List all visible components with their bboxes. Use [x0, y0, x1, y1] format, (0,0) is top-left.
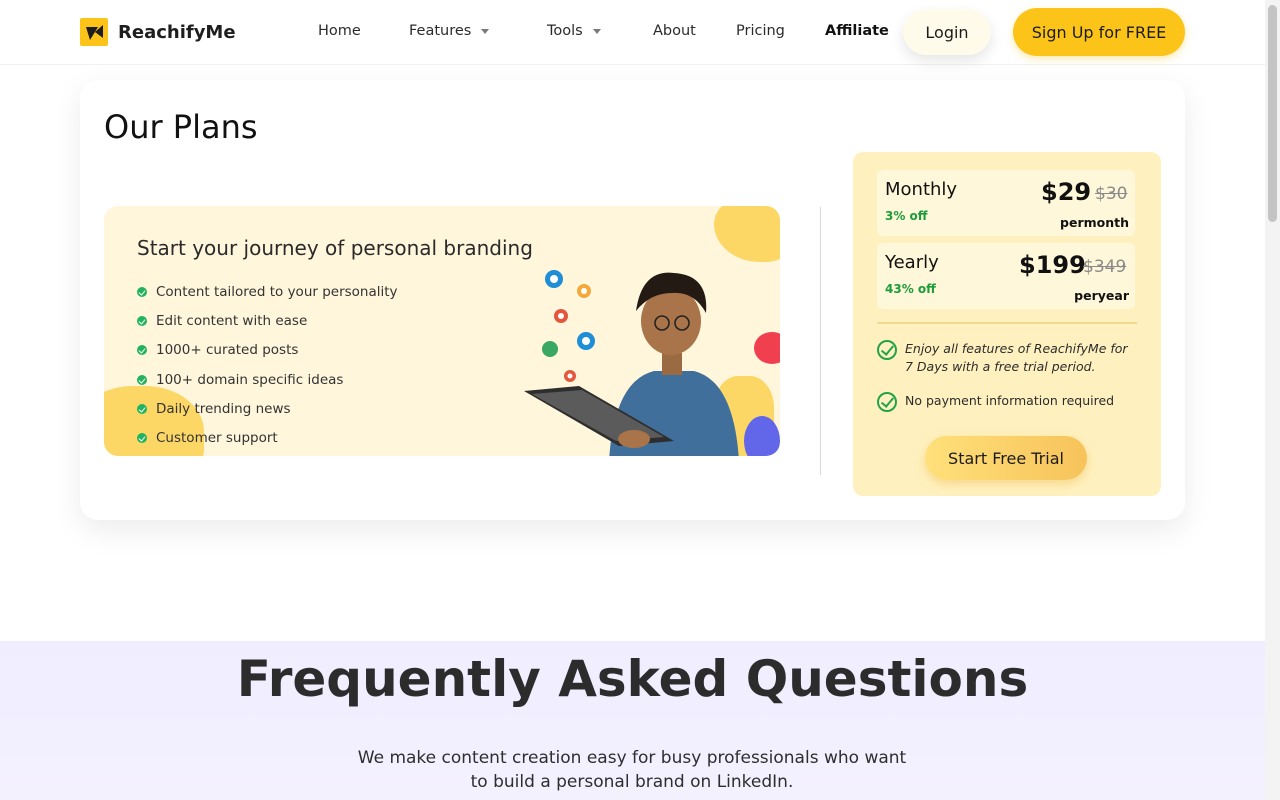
- list-item: 1000+ curated posts: [137, 336, 398, 365]
- check-dot-icon: [137, 433, 147, 444]
- list-item: Edit content with ease: [137, 306, 398, 335]
- list-item: Content tailored to your personality: [137, 277, 398, 306]
- nav-features-label: Features: [409, 23, 472, 39]
- decorative-blob: [714, 206, 780, 262]
- nav-features[interactable]: Features: [409, 23, 490, 39]
- plans-title: Our Plans: [104, 108, 258, 146]
- benefit-item: No payment information required: [877, 392, 1114, 412]
- plan-discount: 3% off: [885, 209, 928, 223]
- scrollbar-thumb[interactable]: [1268, 5, 1277, 222]
- check-dot-icon: [137, 374, 147, 385]
- check-dot-icon: [137, 403, 147, 414]
- brand[interactable]: ReachifyMe: [80, 18, 236, 46]
- plan-monthly[interactable]: Monthly 3% off $29 $30 permonth: [877, 170, 1135, 236]
- plans-banner: Start your journey of personal branding …: [104, 206, 780, 456]
- start-free-trial-button[interactable]: Start Free Trial: [925, 436, 1087, 480]
- nav-affiliate-label: Affiliate: [825, 23, 889, 39]
- nav-pricing-label: Pricing: [736, 23, 785, 39]
- banner-title: Start your journey of personal branding: [137, 236, 533, 260]
- faq-description: We make content creation easy for busy p…: [357, 748, 907, 792]
- nav-affiliate[interactable]: Affiliate: [825, 23, 889, 39]
- benefit-text: No payment information required: [905, 393, 1115, 408]
- chevron-down-icon: [592, 28, 601, 34]
- plan-old-price: $349: [1083, 257, 1127, 277]
- plan-yearly[interactable]: Yearly 43% off $199 $349 peryear: [877, 243, 1135, 309]
- vertical-divider: [820, 207, 821, 475]
- brand-name: ReachifyMe: [118, 21, 236, 43]
- feature-text: Content tailored to your personality: [156, 283, 398, 300]
- feature-text: 1000+ curated posts: [156, 342, 299, 359]
- check-dot-icon: [137, 315, 147, 326]
- plan-period: peryear: [1074, 288, 1129, 303]
- benefit-item: Enjoy all features of ReachifyMe for 7 D…: [877, 340, 1135, 376]
- pricing-panel: Monthly 3% off $29 $30 permonth Yearly 4…: [853, 152, 1161, 496]
- feature-text: Customer support: [156, 430, 278, 447]
- feature-text: 100+ domain specific ideas: [156, 371, 344, 388]
- nav-tools-label: Tools: [547, 23, 583, 39]
- plan-price: $29: [1041, 178, 1092, 206]
- nav-home-label: Home: [318, 23, 361, 39]
- person-with-laptop-illustration: [524, 270, 739, 456]
- nav-about[interactable]: About: [653, 23, 696, 39]
- nav-about-label: About: [653, 23, 696, 39]
- list-item: Customer support: [137, 423, 398, 452]
- check-dot-icon: [137, 345, 147, 356]
- plan-old-price: $30: [1095, 184, 1128, 204]
- feature-list: Content tailored to your personality Edi…: [137, 277, 398, 453]
- feature-text: Daily trending news: [156, 400, 291, 417]
- list-item: 100+ domain specific ideas: [137, 365, 398, 394]
- check-circle-icon: [877, 340, 897, 360]
- check-dot-icon: [137, 286, 147, 297]
- faq-title: Frequently Asked Questions: [236, 650, 1029, 708]
- signup-button[interactable]: Sign Up for FREE: [1013, 8, 1185, 56]
- nav-tools[interactable]: Tools: [547, 23, 601, 39]
- vertical-scrollbar[interactable]: [1265, 0, 1280, 800]
- plan-period: permonth: [1060, 215, 1129, 230]
- benefit-text: Enjoy all features of ReachifyMe for 7 D…: [905, 341, 1128, 374]
- navbar: ReachifyMe Home Features Tools About Pri…: [0, 0, 1265, 65]
- faq-section: Frequently Asked Questions We make conte…: [0, 641, 1265, 800]
- plan-name: Monthly: [885, 179, 958, 200]
- nav-pricing[interactable]: Pricing: [736, 23, 785, 39]
- plan-discount: 43% off: [885, 282, 936, 296]
- plan-price: $199: [1019, 251, 1086, 279]
- check-circle-icon: [877, 392, 897, 412]
- plan-name: Yearly: [885, 252, 939, 273]
- login-button[interactable]: Login: [903, 9, 991, 55]
- feature-text: Edit content with ease: [156, 312, 308, 329]
- nav-home[interactable]: Home: [318, 23, 361, 39]
- brand-logo-icon: [80, 18, 108, 46]
- pricing-separator: [877, 322, 1137, 324]
- list-item: Daily trending news: [137, 394, 398, 423]
- chevron-down-icon: [481, 28, 490, 34]
